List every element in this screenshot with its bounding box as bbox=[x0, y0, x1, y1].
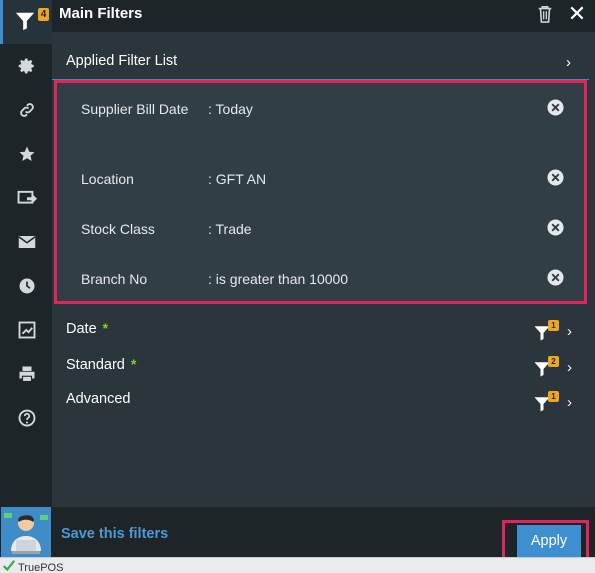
section-standard[interactable]: Standard * 2 › bbox=[52, 356, 589, 386]
check-icon bbox=[2, 560, 16, 572]
section-date[interactable]: Date * 1 › bbox=[52, 320, 589, 350]
panel-title: Main Filters bbox=[59, 5, 143, 22]
panel-header: Main Filters ✕ bbox=[52, 0, 595, 32]
applied-filter-list-header[interactable]: Applied Filter List › bbox=[52, 44, 589, 80]
icon-rail: 4 bbox=[0, 0, 52, 557]
chevron-right-icon: › bbox=[567, 359, 572, 376]
user-illustration-icon bbox=[1, 507, 51, 557]
clock-icon[interactable] bbox=[15, 274, 39, 298]
filter-icon bbox=[15, 12, 35, 31]
help-icon[interactable] bbox=[15, 406, 39, 430]
chevron-right-icon: › bbox=[567, 323, 572, 340]
rail-filter-button[interactable]: 4 bbox=[0, 0, 52, 44]
section-label: Standard * bbox=[66, 356, 137, 373]
required-marker: * bbox=[130, 356, 137, 372]
filter-count-badge: 4 bbox=[38, 8, 49, 21]
chevron-right-icon: › bbox=[567, 394, 572, 411]
required-marker: * bbox=[102, 320, 109, 336]
applied-filter-list-title: Applied Filter List bbox=[66, 53, 178, 69]
chevron-right-icon: › bbox=[566, 54, 571, 71]
print-icon[interactable] bbox=[15, 362, 39, 386]
link-icon[interactable] bbox=[15, 98, 39, 122]
taskbar: TruePOS bbox=[0, 557, 595, 573]
panel-footer: Save this filters Apply bbox=[52, 507, 595, 560]
star-icon[interactable] bbox=[15, 142, 39, 166]
filter-count-badge: 1 bbox=[548, 391, 559, 402]
save-filters-link[interactable]: Save this filters bbox=[61, 526, 168, 542]
highlight-outline bbox=[54, 80, 587, 304]
apply-button[interactable]: Apply bbox=[517, 525, 581, 557]
main-filters-panel: Main Filters ✕ Applied Filter List › Sup… bbox=[52, 0, 595, 560]
active-indicator bbox=[0, 0, 3, 44]
avatar[interactable] bbox=[1, 507, 51, 557]
section-advanced[interactable]: Advanced 1 › bbox=[52, 391, 589, 421]
section-label: Advanced bbox=[66, 391, 131, 407]
mail-icon[interactable] bbox=[15, 230, 39, 254]
filter-count-badge: 2 bbox=[548, 356, 559, 367]
report-icon[interactable] bbox=[15, 318, 39, 342]
section-label: Date * bbox=[66, 320, 109, 337]
filter-count-badge: 1 bbox=[548, 320, 559, 331]
taskbar-app-label[interactable]: TruePOS bbox=[18, 562, 63, 573]
trash-icon[interactable] bbox=[536, 4, 554, 24]
export-icon[interactable] bbox=[15, 186, 39, 210]
gear-icon[interactable] bbox=[15, 54, 39, 78]
close-icon[interactable]: ✕ bbox=[566, 3, 588, 25]
